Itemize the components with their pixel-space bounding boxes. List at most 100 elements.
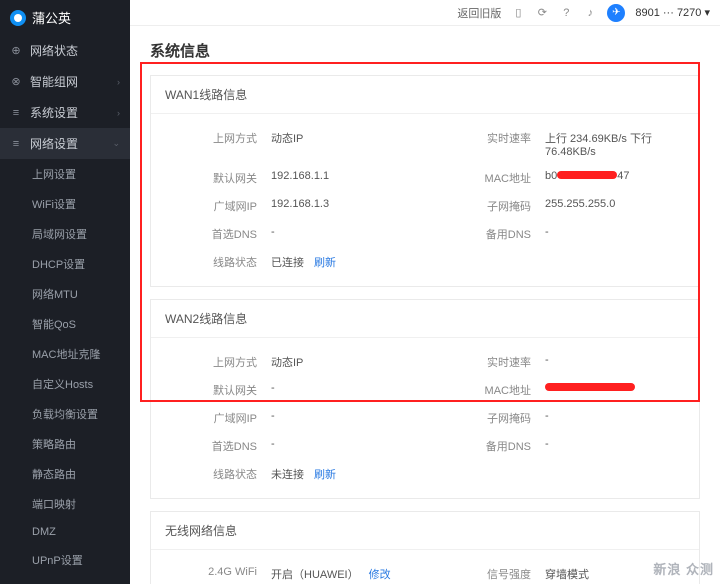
sidebar-sub-item[interactable]: DHCP设置 xyxy=(0,249,130,279)
info-row: 广域网IP-子网掩码- xyxy=(151,404,699,432)
sidebar-menu: ⊕ 网络状态 ⊗ 智能组网 › ≡ 系统设置 › ≡网络设置⌄上网设置WiFi设置局域网设置DH… xyxy=(0,35,130,584)
sidebar-sub-item[interactable]: MAC地址克隆 xyxy=(0,339,130,369)
sidebar-sub-item[interactable]: 用户组设置 xyxy=(0,575,130,584)
main: 返回旧版 ▯ ⟳ ? ♪ ✈ 8901 ··· 7270 ▾ 系统信息 WAN1… xyxy=(130,0,720,584)
info-row: 首选DNS-备用DNS- xyxy=(151,432,699,460)
field-value: - xyxy=(271,410,425,426)
wan2-card: WAN2线路信息上网方式动态IP实时速率-默认网关-MAC地址广域网IP-子网掩… xyxy=(150,299,700,499)
info-row: 2.4G WiFi开启（HUAWEI）修改信号强度穿墙模式 xyxy=(151,560,699,584)
field-label: 线路状态 xyxy=(151,254,271,270)
sidebar-item-2[interactable]: ≡ 系统设置 › xyxy=(0,97,130,128)
menu-icon: ≡ xyxy=(10,107,22,119)
avatar[interactable]: ✈ xyxy=(607,4,625,22)
chevron-icon: › xyxy=(117,108,120,118)
help-icon[interactable]: ? xyxy=(559,6,573,20)
card-header: WAN1线路信息 xyxy=(151,76,699,114)
wan1-card: WAN1线路信息上网方式动态IP实时速率上行 234.69KB/s 下行 76.… xyxy=(150,75,700,287)
sidebar-sub-item[interactable]: 上网设置 xyxy=(0,159,130,189)
brand: 蒲公英 xyxy=(0,0,130,35)
bookmark-icon[interactable]: ▯ xyxy=(511,6,525,20)
menu-label: 智能组网 xyxy=(30,73,78,90)
chevron-icon: › xyxy=(117,77,120,87)
field-label: 实时速率 xyxy=(425,130,545,158)
sidebar-sub-item[interactable]: 网络MTU xyxy=(0,279,130,309)
card-body: 2.4G WiFi开启（HUAWEI）修改信号强度穿墙模式5G WiFi开启（H… xyxy=(151,550,699,584)
sidebar-sub-item[interactable]: UPnP设置 xyxy=(0,545,130,575)
menu-icon: ⊗ xyxy=(10,76,22,88)
field-label: 线路状态 xyxy=(151,466,271,482)
field-label: 首选DNS xyxy=(151,438,271,454)
content: 系统信息 WAN1线路信息上网方式动态IP实时速率上行 234.69KB/s 下… xyxy=(130,26,720,584)
field-label: 广域网IP xyxy=(151,410,271,426)
field-value: - xyxy=(545,410,699,426)
field-label: 子网掩码 xyxy=(425,410,545,426)
field-label: 备用DNS xyxy=(425,438,545,454)
user-id: 8901 ··· 7270 ▾ xyxy=(635,6,710,19)
field-label: 信号强度 xyxy=(425,566,545,582)
field-value: 192.168.1.1 xyxy=(271,170,425,186)
field-label: 2.4G WiFi xyxy=(151,566,271,582)
chevron-icon: ⌄ xyxy=(112,138,120,149)
field-label: 首选DNS xyxy=(151,226,271,242)
action-link[interactable]: 刷新 xyxy=(314,469,336,481)
field-value: - xyxy=(545,354,699,370)
field-value: 已连接刷新 xyxy=(271,254,425,270)
sidebar-item-0[interactable]: ⊕ 网络状态 xyxy=(0,35,130,66)
card-body: 上网方式动态IP实时速率上行 234.69KB/s 下行 76.48KB/s默认… xyxy=(151,114,699,286)
sidebar-item-1[interactable]: ⊗ 智能组网 › xyxy=(0,66,130,97)
field-label: 实时速率 xyxy=(425,354,545,370)
sidebar-sub-item[interactable]: 策略路由 xyxy=(0,429,130,459)
back-link[interactable]: 返回旧版 xyxy=(457,5,501,21)
info-row: 首选DNS-备用DNS- xyxy=(151,220,699,248)
menu-label: 网络状态 xyxy=(30,42,78,59)
info-row: 上网方式动态IP实时速率- xyxy=(151,348,699,376)
sidebar-sub-item[interactable]: 端口映射 xyxy=(0,489,130,519)
card-header: 无线网络信息 xyxy=(151,512,699,550)
sidebar-sub-item[interactable]: 局域网设置 xyxy=(0,219,130,249)
field-label: 默认网关 xyxy=(151,382,271,398)
brand-name: 蒲公英 xyxy=(32,8,71,27)
sidebar-sub-item[interactable]: 智能QoS xyxy=(0,309,130,339)
field-label: 广域网IP xyxy=(151,198,271,214)
action-link[interactable]: 刷新 xyxy=(314,257,336,269)
field-label: MAC地址 xyxy=(425,382,545,398)
sidebar-sub-item[interactable]: 静态路由 xyxy=(0,459,130,489)
sidebar-sub-item[interactable]: WiFi设置 xyxy=(0,189,130,219)
card-body: 上网方式动态IP实时速率-默认网关-MAC地址广域网IP-子网掩码-首选DNS-… xyxy=(151,338,699,498)
info-row: 线路状态已连接刷新 xyxy=(151,248,699,276)
sidebar-sub-item[interactable]: 自定义Hosts xyxy=(0,369,130,399)
menu-icon: ⊕ xyxy=(10,45,22,57)
brand-icon xyxy=(10,10,26,26)
field-value: - xyxy=(545,438,699,454)
sidebar-sub-item[interactable]: DMZ xyxy=(0,519,130,545)
field-value xyxy=(545,254,699,270)
field-label: 备用DNS xyxy=(425,226,545,242)
field-label xyxy=(425,254,545,270)
menu-icon: ≡ xyxy=(10,138,22,150)
sidebar-sub-item[interactable]: 负载均衡设置 xyxy=(0,399,130,429)
field-value: 未连接刷新 xyxy=(271,466,425,482)
field-value: - xyxy=(271,438,425,454)
field-label: 子网掩码 xyxy=(425,198,545,214)
wifi-card: 无线网络信息2.4G WiFi开启（HUAWEI）修改信号强度穿墙模式5G Wi… xyxy=(150,511,700,584)
field-value: 动态IP xyxy=(271,130,425,158)
field-label: 上网方式 xyxy=(151,354,271,370)
field-value: - xyxy=(545,226,699,242)
field-label xyxy=(425,466,545,482)
info-row: 广域网IP192.168.1.3子网掩码255.255.255.0 xyxy=(151,192,699,220)
field-value: - xyxy=(271,226,425,242)
info-row: 线路状态未连接刷新 xyxy=(151,460,699,488)
field-value: - xyxy=(271,382,425,398)
field-value: 穿墙模式 xyxy=(545,566,699,582)
menu-label: 系统设置 xyxy=(30,104,78,121)
field-value: 动态IP xyxy=(271,354,425,370)
field-label: 上网方式 xyxy=(151,130,271,158)
bell-icon[interactable]: ♪ xyxy=(583,6,597,20)
field-value xyxy=(545,466,699,482)
field-value xyxy=(545,382,699,398)
sidebar-item-3[interactable]: ≡网络设置⌄ xyxy=(0,128,130,159)
info-row: 默认网关-MAC地址 xyxy=(151,376,699,404)
refresh-icon[interactable]: ⟳ xyxy=(535,6,549,20)
field-value: b047 xyxy=(545,170,699,186)
action-link[interactable]: 修改 xyxy=(369,569,391,581)
